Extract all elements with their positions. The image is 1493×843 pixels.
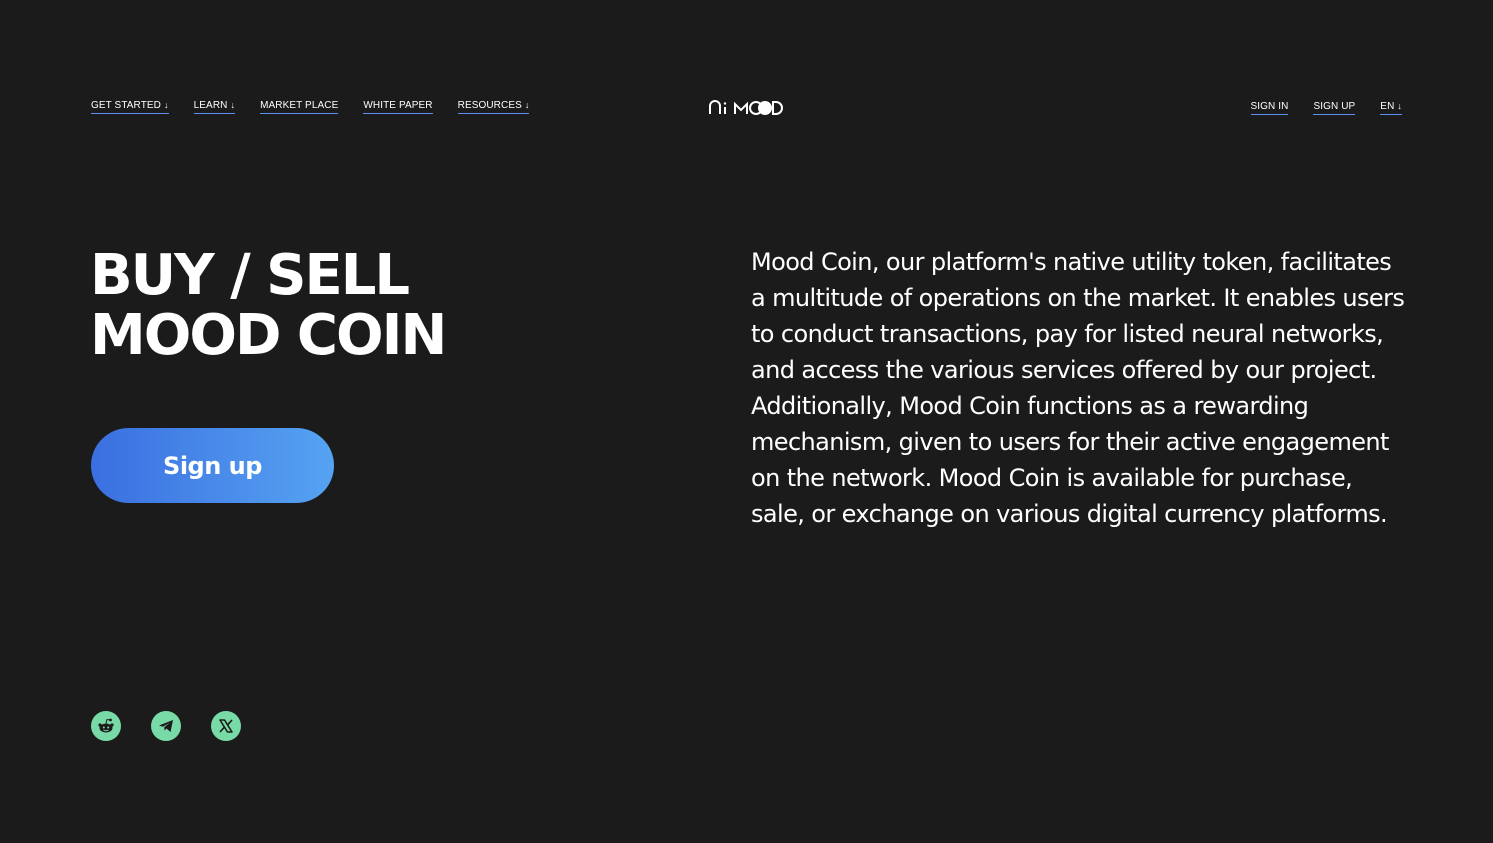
arrow-down-icon: ↓ <box>524 100 530 110</box>
page: GET STARTED ↓ LEARN ↓ MARKET PLACE WHITE P… <box>0 0 1493 843</box>
logo[interactable] <box>708 96 784 118</box>
nav-get-started-label: GET STARTED <box>91 100 162 111</box>
primary-nav: GET STARTED ↓ LEARN ↓ MARKET PLACE WHITE P… <box>91 99 554 114</box>
nav-white-paper[interactable]: WHITE PAPER <box>363 99 433 114</box>
telegram-glyph <box>159 720 173 732</box>
x-glyph <box>219 719 233 733</box>
arrow-down-icon: ↓ <box>230 100 236 110</box>
nav-learn-label: LEARN <box>193 100 228 111</box>
sign-up-link[interactable]: SIGN UP <box>1313 101 1356 115</box>
reddit-icon[interactable] <box>91 711 121 741</box>
arrow-down-icon: ↓ <box>164 100 169 110</box>
x-icon[interactable] <box>211 711 241 741</box>
nav-resources-label: RESOURCES <box>457 100 522 111</box>
hero-description: Mood Coin, our platform's native utility… <box>751 248 1405 528</box>
hero-title: BUY / SELL MOOD COIN <box>90 243 447 368</box>
arrow-down-icon: ↓ <box>1397 101 1402 111</box>
nav-market-place-label: MARKET PLACE <box>260 99 339 111</box>
reddit-glyph <box>98 718 114 733</box>
nav-learn[interactable]: LEARN ↓ <box>193 99 236 114</box>
sign-in-link[interactable]: SIGN IN <box>1250 101 1289 115</box>
nav-white-paper-label: WHITE PAPER <box>363 99 433 111</box>
signup-button[interactable]: Sign up <box>91 428 334 503</box>
nav-market-place[interactable]: MARKET PLACE <box>260 99 339 114</box>
aimood-logo-icon <box>709 100 783 115</box>
language-selector[interactable]: EN ↓ <box>1380 100 1402 115</box>
nav-resources[interactable]: RESOURCES ↓ <box>457 99 530 114</box>
telegram-icon[interactable] <box>151 711 181 741</box>
language-label: EN <box>1380 101 1395 112</box>
social-links <box>91 711 271 741</box>
account-nav: SIGN IN SIGN UP EN ↓ <box>1226 100 1402 115</box>
nav-get-started[interactable]: GET STARTED ↓ <box>91 99 169 114</box>
